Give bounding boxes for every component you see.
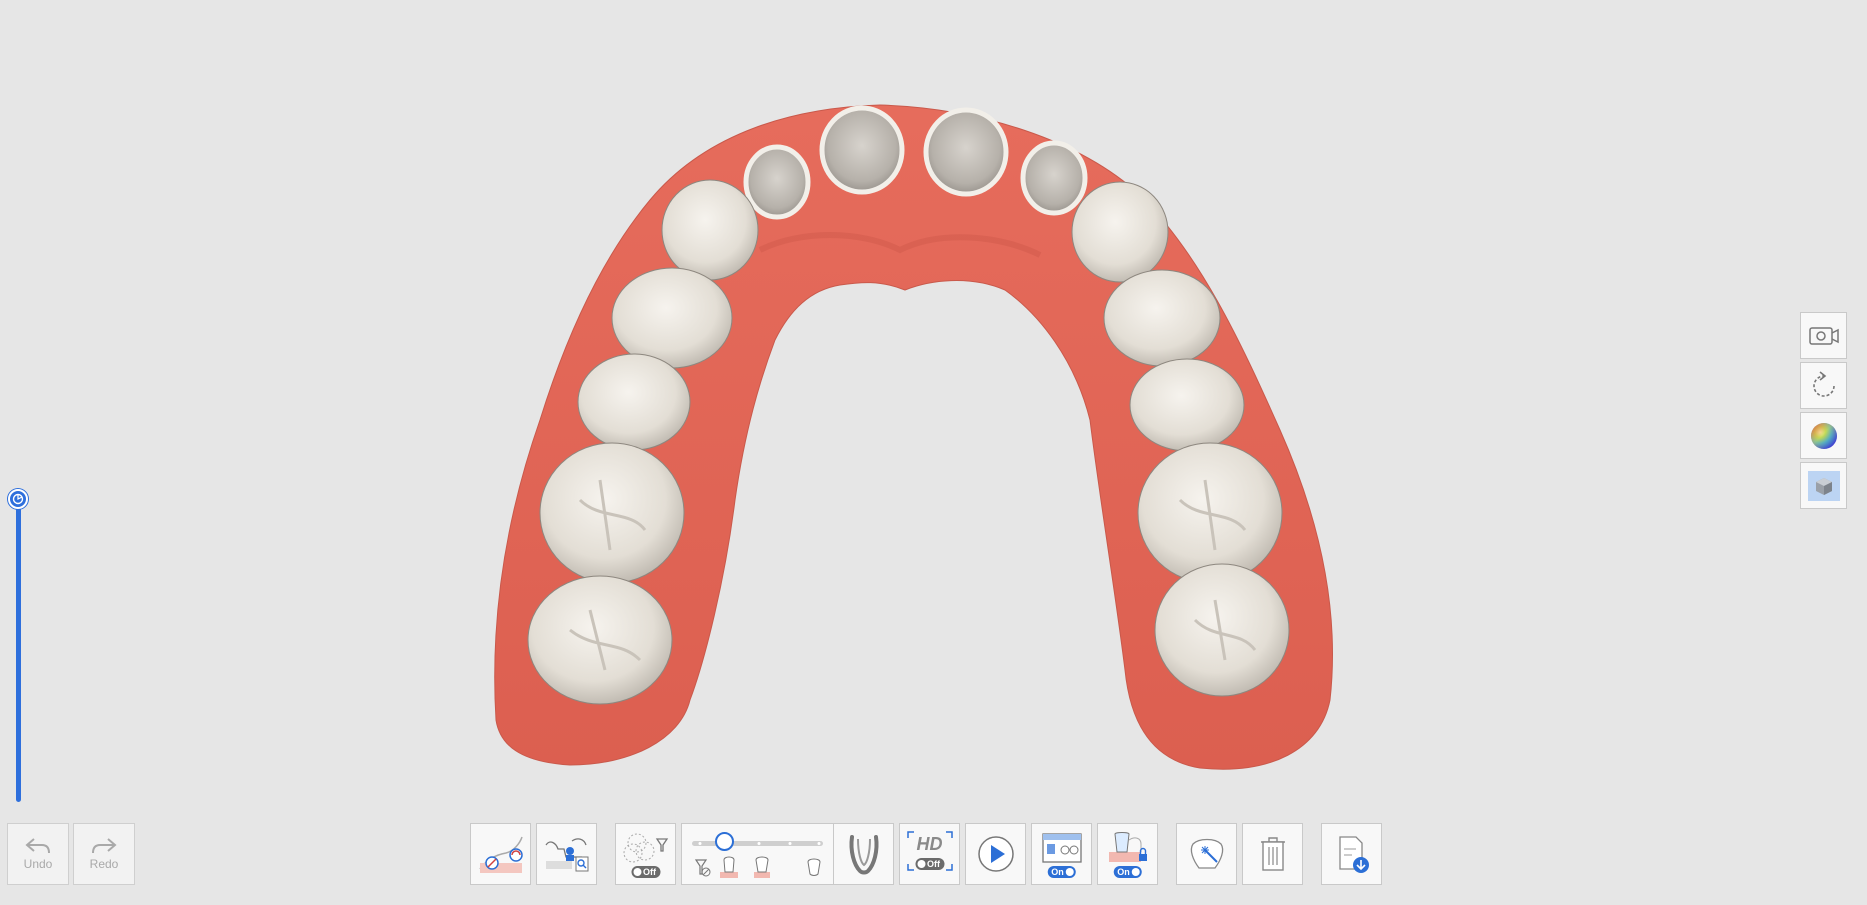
undo-label: Undo: [23, 857, 53, 871]
dental-arch-model[interactable]: [0, 0, 1867, 905]
inspection-icon: [544, 838, 588, 872]
smart-tissue-icon: [478, 836, 523, 873]
lock-scan-button[interactable]: On: [1097, 823, 1158, 885]
cube-view-button[interactable]: [1800, 462, 1847, 509]
tooth-lock-icon: [1108, 832, 1147, 862]
export-document-icon: [1338, 836, 1369, 873]
export-button[interactable]: [1321, 823, 1382, 885]
hd-button[interactable]: HD Off: [899, 823, 960, 885]
inspection-button[interactable]: [536, 823, 597, 885]
arch-icon: [849, 835, 878, 875]
redo-button[interactable]: Redo: [73, 823, 135, 885]
redo-label: Redo: [89, 857, 119, 871]
vertical-slider-track[interactable]: [16, 502, 21, 802]
magic-erase-button[interactable]: [1176, 823, 1237, 885]
delete-button[interactable]: [1242, 823, 1303, 885]
data-filter-toggle[interactable]: Off: [631, 866, 660, 878]
undo-arrow-icon: [25, 838, 50, 854]
rotate-icon: [1812, 370, 1835, 397]
smart-tissue-button[interactable]: [470, 823, 531, 885]
color-toggle-button[interactable]: [1800, 412, 1847, 459]
hd-toggle[interactable]: Off: [915, 858, 944, 870]
play-icon: [977, 836, 1014, 872]
ai-scan-toggle[interactable]: On: [1047, 866, 1076, 878]
cube-icon-bg: [1807, 470, 1840, 501]
lock-scan-toggle-label: On: [1117, 867, 1130, 877]
data-filter-icon: [623, 833, 668, 863]
ai-scan-toggle-label: On: [1051, 867, 1064, 877]
scan-viewport[interactable]: [0, 0, 1867, 905]
data-filter-toggle-label: Off: [643, 867, 656, 877]
camera-view-button[interactable]: [1800, 312, 1847, 359]
undo-button[interactable]: Undo: [7, 823, 69, 885]
hd-toggle-label: Off: [927, 859, 940, 869]
lock-scan-toggle[interactable]: On: [1113, 866, 1142, 878]
ai-scan-button[interactable]: On: [1031, 823, 1092, 885]
cube-icon: [1815, 477, 1832, 495]
camera-icon: [1808, 326, 1839, 345]
data-filter-button[interactable]: Off: [615, 823, 676, 885]
play-button[interactable]: [965, 823, 1026, 885]
magic-erase-icon: [1190, 838, 1223, 869]
hd-label: HD: [916, 834, 943, 854]
aperture-icon: [12, 493, 24, 505]
color-wheel-icon: [1810, 422, 1837, 449]
vertical-slider-handle[interactable]: [8, 489, 28, 509]
rotate-view-button[interactable]: [1800, 362, 1847, 409]
filter-level-track: [692, 841, 823, 878]
filter-level-slider[interactable]: [681, 823, 834, 885]
trash-icon: [1260, 837, 1285, 871]
ai-scan-icon: [1041, 833, 1082, 863]
arch-button[interactable]: [833, 823, 894, 885]
redo-arrow-icon: [92, 838, 117, 854]
